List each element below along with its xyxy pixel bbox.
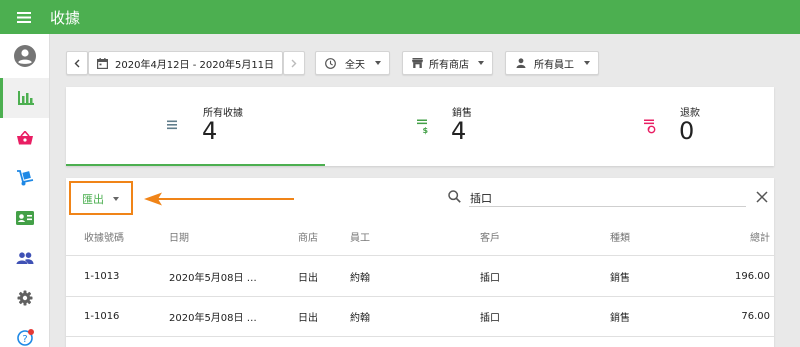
receipt-icon bbox=[164, 116, 180, 136]
column-header-receipt-number[interactable]: 收據號碼 bbox=[84, 218, 124, 255]
filter-bar: 2020年4月12日 - 2020年5月11日 全天 所有商店 所有員工 bbox=[66, 51, 600, 75]
chevron-down-icon bbox=[478, 61, 485, 65]
employee-filter-dropdown[interactable]: 所有員工 bbox=[505, 51, 600, 75]
page-title: 收據 bbox=[50, 8, 81, 27]
customer-cell: 插口 bbox=[480, 273, 500, 284]
arrow-annotation-icon bbox=[144, 192, 294, 206]
column-header-total[interactable]: 總計 bbox=[750, 218, 770, 255]
summary-value-sales: 4 bbox=[451, 117, 467, 145]
account-circle-icon bbox=[13, 45, 36, 67]
store-icon bbox=[412, 58, 424, 68]
column-header-date[interactable]: 日期 bbox=[169, 218, 189, 255]
calendar-icon bbox=[97, 57, 108, 69]
contact-card-icon bbox=[15, 211, 34, 225]
sidebar-item-settings[interactable] bbox=[0, 278, 49, 318]
next-period-button[interactable] bbox=[283, 51, 306, 75]
summary-icon-all bbox=[152, 106, 192, 146]
hand-truck-icon bbox=[16, 170, 33, 186]
date-range-picker[interactable]: 2020年4月12日 - 2020年5月11日 bbox=[88, 51, 284, 75]
app-header: 收據 bbox=[0, 0, 800, 34]
sidebar-item-help[interactable]: ? bbox=[0, 318, 49, 347]
sidebar-item-employees[interactable] bbox=[0, 198, 49, 238]
customer-cell: 插口 bbox=[480, 313, 500, 324]
summary-tab-all-receipts[interactable]: 所有收據 4 bbox=[66, 87, 325, 166]
close-icon[interactable] bbox=[756, 191, 768, 203]
receipts-summary: 所有收據 4 $ 銷售 4 退款 0 bbox=[66, 87, 774, 166]
search-icon bbox=[448, 190, 461, 203]
summary-icon-sales: $ bbox=[402, 106, 442, 146]
chevron-down-icon bbox=[113, 197, 119, 201]
export-label: 匯出 bbox=[82, 193, 104, 206]
gear-icon bbox=[17, 290, 32, 306]
receipt-refund-icon bbox=[641, 116, 657, 136]
summary-value-all: 4 bbox=[202, 117, 218, 145]
search-input[interactable] bbox=[469, 189, 746, 207]
svg-text:?: ? bbox=[22, 334, 27, 345]
total-cell: 76.00 bbox=[741, 311, 770, 322]
sidebar-item-customers[interactable] bbox=[0, 238, 49, 278]
column-header-employee[interactable]: 員工 bbox=[350, 218, 370, 255]
receipt-number-cell: 1-1013 bbox=[84, 271, 120, 282]
receipt-number-cell: 1-1016 bbox=[84, 311, 120, 322]
clock-icon bbox=[325, 57, 336, 69]
sidebar: ? bbox=[0, 34, 50, 347]
store-filter-dropdown[interactable]: 所有商店 bbox=[402, 51, 494, 75]
table-row[interactable]: 1-1016 2020年5月08日 … 日出 約翰 插口 銷售 76.00 bbox=[66, 297, 774, 337]
sidebar-item-account[interactable] bbox=[0, 36, 49, 76]
table-header: 收據號碼 日期 商店 員工 客戶 種類 總計 bbox=[66, 218, 774, 256]
previous-period-button[interactable] bbox=[66, 51, 88, 75]
date-cell: 2020年5月08日 … bbox=[169, 273, 257, 284]
type-cell: 銷售 bbox=[610, 313, 630, 324]
store-cell: 日出 bbox=[298, 273, 318, 284]
table-row[interactable]: 1-1013 2020年5月08日 … 日出 約翰 插口 銷售 196.00 bbox=[66, 257, 774, 297]
time-filter-label: 全天 bbox=[345, 59, 366, 71]
chevron-right-icon bbox=[291, 59, 297, 67]
sidebar-item-reports[interactable] bbox=[0, 78, 49, 118]
person-icon bbox=[516, 58, 526, 68]
chevron-down-icon bbox=[375, 61, 382, 65]
summary-tab-sales[interactable]: $ 銷售 4 bbox=[325, 87, 584, 166]
column-header-type[interactable]: 種類 bbox=[610, 218, 630, 255]
store-filter-label: 所有商店 bbox=[429, 59, 470, 71]
chevron-left-icon bbox=[74, 59, 80, 67]
store-cell: 日出 bbox=[298, 313, 318, 324]
employee-cell: 約翰 bbox=[350, 313, 370, 324]
basket-icon bbox=[16, 131, 33, 145]
summary-icon-refunds bbox=[629, 106, 669, 146]
summary-tab-refunds[interactable]: 退款 0 bbox=[584, 87, 774, 166]
employee-cell: 約翰 bbox=[350, 273, 370, 284]
menu-button[interactable] bbox=[0, 0, 48, 34]
notification-badge bbox=[28, 329, 34, 335]
type-cell: 銷售 bbox=[610, 273, 630, 284]
chevron-down-icon bbox=[584, 61, 591, 65]
date-range-label: 2020年4月12日 - 2020年5月11日 bbox=[115, 59, 275, 71]
bar-chart-icon bbox=[18, 91, 34, 105]
export-button[interactable]: 匯出 bbox=[82, 191, 119, 207]
summary-value-refunds: 0 bbox=[679, 117, 695, 145]
total-cell: 196.00 bbox=[735, 271, 770, 282]
column-header-customer[interactable]: 客戶 bbox=[480, 218, 500, 255]
menu-icon bbox=[17, 11, 31, 23]
column-header-store[interactable]: 商店 bbox=[298, 218, 318, 255]
people-icon bbox=[16, 252, 33, 264]
employee-filter-label: 所有員工 bbox=[534, 59, 575, 71]
sidebar-item-inventory[interactable] bbox=[0, 158, 49, 198]
sidebar-item-items[interactable] bbox=[0, 118, 49, 158]
receipt-dollar-icon: $ bbox=[414, 116, 430, 136]
receipts-panel: 匯出 收據號碼 日期 商店 員工 客戶 種類 總計 1-1013 2020年5月… bbox=[66, 178, 774, 347]
time-filter-dropdown[interactable]: 全天 bbox=[315, 51, 391, 75]
date-cell: 2020年5月08日 … bbox=[169, 313, 257, 324]
svg-text:$: $ bbox=[423, 126, 429, 135]
